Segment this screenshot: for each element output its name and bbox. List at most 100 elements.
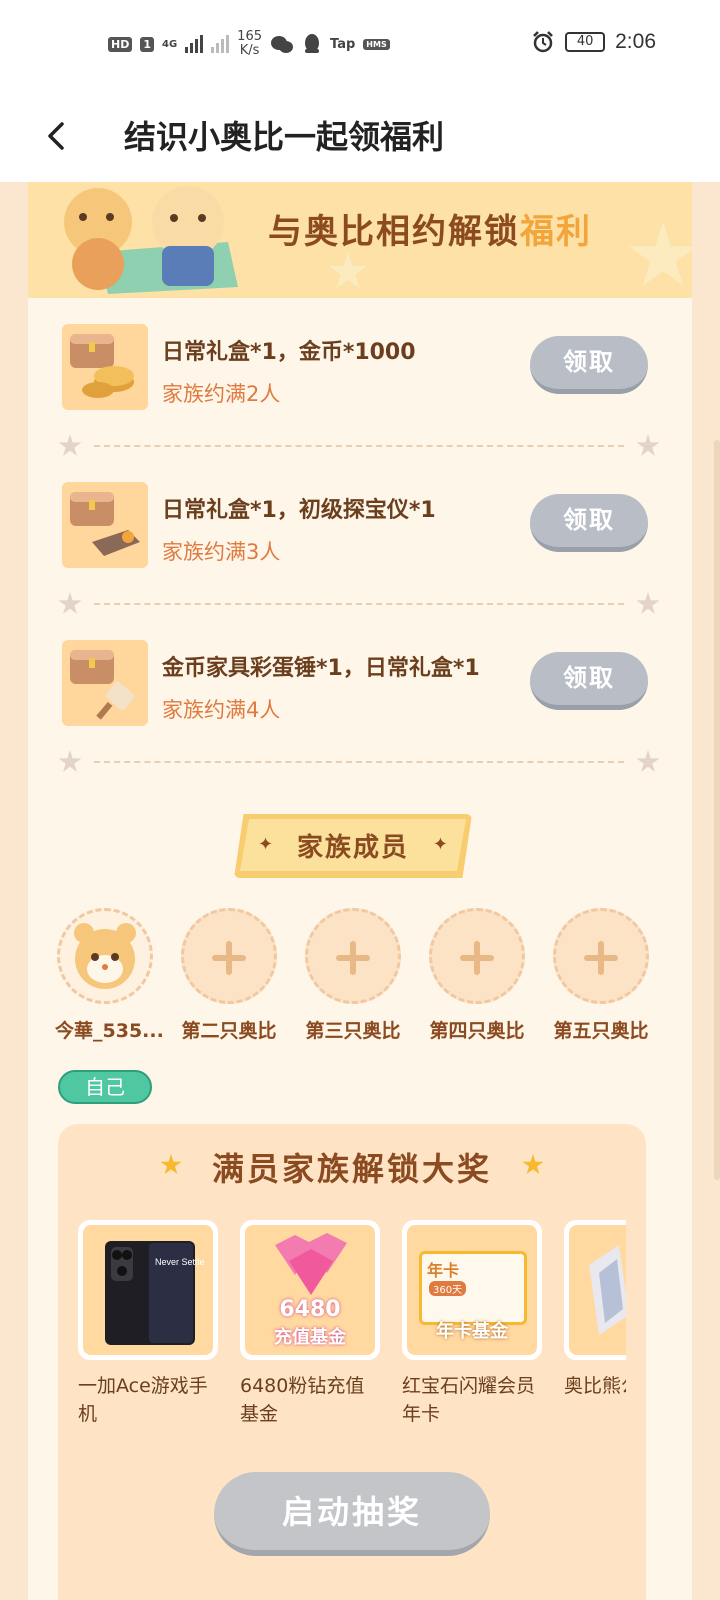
add-member-button[interactable]: [181, 908, 277, 1004]
gift-box-coins-icon: [70, 334, 134, 398]
reward-row: 日常礼盒*1，金币*1000 家族约满2人 领取: [28, 324, 692, 424]
net-speed: 165 K/s: [237, 30, 262, 58]
prize-image: 6480 充值基金: [245, 1225, 375, 1355]
banner-title-main: 与奥比相约解锁: [268, 212, 520, 252]
reward-name: 日常礼盒*1，金币*1000: [162, 340, 416, 365]
reward-row: 日常礼盒*1，初级探宝仪*1 家族约满3人 领取: [28, 482, 692, 582]
obi-figure-icon: [589, 1245, 626, 1335]
hd-indicator: HD: [108, 36, 133, 52]
gift-box-detector-icon: [70, 492, 140, 556]
net-speed-value: 165: [237, 29, 262, 44]
member-name: 第三只奥比: [305, 1020, 401, 1042]
banner-title: 与奥比相约解锁福利: [268, 204, 592, 253]
status-right: 40 2:06: [531, 30, 656, 54]
reward-condition: 家族约满4人: [162, 698, 281, 722]
alarm-icon: [533, 31, 554, 53]
banner-star-icon: [328, 252, 368, 289]
prize-name: 一加Ace游戏手机: [78, 1375, 208, 1425]
divider: [58, 434, 660, 458]
wechat-icon: [271, 36, 293, 53]
prize-item[interactable]: 年卡 360天 年卡基金 红宝石闪耀会员年卡: [402, 1220, 542, 1428]
status-left: HD 1 4G 165 K/s Tap HMS: [108, 30, 390, 58]
self-badge: 自己: [58, 1070, 152, 1104]
members-section-header: ✦ 家族成员 ✦: [234, 814, 472, 878]
prize-image: [569, 1225, 626, 1355]
start-draw-button[interactable]: 启动抽奖: [214, 1472, 490, 1556]
page-title: 结识小奥比一起领福利: [124, 118, 445, 156]
reward-thumbnail: [62, 482, 148, 568]
add-member-button[interactable]: [553, 908, 649, 1004]
reward-condition: 家族约满3人: [162, 540, 281, 564]
prize-card: Never Settle: [78, 1220, 218, 1360]
avatar: [57, 908, 153, 1004]
prize-image: 年卡 360天 年卡基金: [407, 1225, 537, 1355]
sim-indicator: 1: [140, 36, 154, 52]
star-icon: [58, 750, 82, 772]
signal-2-icon: [211, 35, 230, 53]
star-icon: [636, 592, 660, 614]
star-icon: [58, 592, 82, 614]
year-card-days: 360天: [429, 1281, 467, 1296]
obi-avatar-icon: [74, 923, 136, 989]
prize-name: 红宝石闪耀会员年卡: [402, 1375, 536, 1425]
qq-icon: [305, 34, 319, 53]
prize-card: [564, 1220, 626, 1360]
scrollbar[interactable]: [714, 440, 720, 1180]
main-panel: 与奥比相约解锁福利 日常礼盒*1，金币*1000 家族约满2人 领取 日常礼盒*…: [28, 182, 692, 1600]
network-type: 4G: [162, 38, 178, 50]
phone-icon: Never Settle: [105, 1241, 205, 1345]
prize-card: 年卡 360天 年卡基金: [402, 1220, 542, 1360]
member-slot-empty[interactable]: 第二只奥比: [179, 908, 279, 1043]
divider: [58, 750, 660, 774]
member-slot-empty[interactable]: 第四只奥比: [427, 908, 527, 1043]
star-icon: [58, 434, 82, 456]
clock: 2:06: [615, 30, 656, 53]
prize-section-title: 满员家族解锁大奖: [211, 1150, 492, 1188]
prize-name: 奥比熊公: [564, 1375, 626, 1397]
reward-thumbnail: [62, 324, 148, 410]
prize-item[interactable]: 奥比熊公: [564, 1220, 626, 1400]
status-bar: HD 1 4G 165 K/s Tap HMS 40 2:06: [0, 0, 720, 92]
prize-name: 6480粉钻充值基金: [240, 1375, 365, 1425]
battery-icon: 40: [565, 32, 606, 52]
signal-icon: [185, 35, 204, 53]
reward-condition: 家族约满2人: [162, 382, 281, 406]
year-card-fund: 年卡基金: [436, 1321, 508, 1342]
diamond-label: 充值基金: [274, 1327, 346, 1348]
sparkle-icon: ✦: [432, 834, 448, 855]
prize-image: Never Settle: [83, 1225, 213, 1355]
banner-star-icon: [629, 222, 692, 286]
member-name: 第二只奥比: [181, 1020, 277, 1042]
member-name: 第五只奥比: [553, 1020, 649, 1042]
claim-button[interactable]: 领取: [530, 652, 648, 710]
net-speed-unit: K/s: [239, 43, 260, 58]
member-name: 第四只奥比: [429, 1020, 525, 1042]
gift-box-hammer-icon: [70, 650, 135, 720]
reward-name: 金币家具彩蛋锤*1，日常礼盒*1: [162, 656, 480, 681]
back-button[interactable]: [36, 114, 80, 158]
add-member-button[interactable]: [305, 908, 401, 1004]
reward-row: 金币家具彩蛋锤*1，日常礼盒*1 家族约满4人 领取: [28, 640, 692, 740]
claim-button[interactable]: 领取: [530, 336, 648, 394]
banner-title-highlight: 福利: [520, 212, 592, 252]
add-member-button[interactable]: [429, 908, 525, 1004]
hms-icon: HMS: [363, 38, 390, 50]
star-icon: [636, 750, 660, 772]
banner: 与奥比相约解锁福利: [28, 182, 692, 298]
phone-card-text: Never Settle: [155, 1257, 205, 1267]
header: 结识小奥比一起领福利: [0, 92, 720, 182]
prize-item[interactable]: 6480 充值基金 6480粉钻充值基金: [240, 1220, 380, 1428]
claim-button[interactable]: 领取: [530, 494, 648, 552]
prize-card: 6480 充值基金: [240, 1220, 380, 1360]
member-slot-empty[interactable]: 第三只奥比: [303, 908, 403, 1043]
reward-thumbnail: [62, 640, 148, 726]
prize-item[interactable]: Never Settle 一加Ace游戏手机: [78, 1220, 218, 1428]
member-slot-self[interactable]: 今華_535...: [55, 908, 164, 1043]
tap-icon: Tap: [330, 36, 356, 52]
reward-name: 日常礼盒*1，初级探宝仪*1: [162, 498, 436, 523]
star-icon: [636, 434, 660, 456]
year-card-label: 年卡: [427, 1261, 460, 1280]
member-slot-empty[interactable]: 第五只奥比: [551, 908, 651, 1043]
diamond-amount: 6480: [279, 1297, 341, 1322]
prize-carousel[interactable]: Never Settle 一加Ace游戏手机 6480 充值基金 6480粉钻充…: [78, 1220, 626, 1440]
